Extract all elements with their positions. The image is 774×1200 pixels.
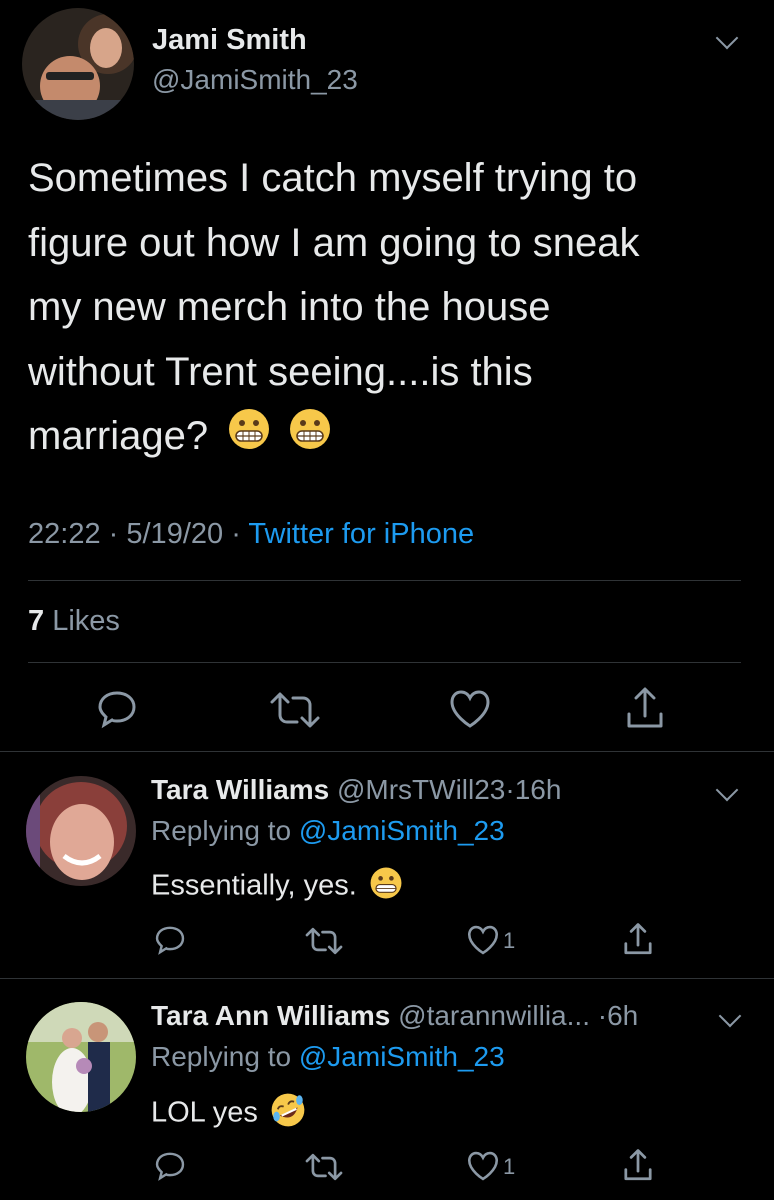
tweet-source-link[interactable]: Twitter for iPhone xyxy=(248,518,474,550)
tweet-meta: 22:22 · 5/19/20 · Twitter for iPhone xyxy=(28,518,474,551)
retweet-icon[interactable] xyxy=(268,690,322,730)
tweet-text-line: figure out how I am going to sneak xyxy=(28,220,640,265)
replying-to-handle[interactable]: @JamiSmith_23 xyxy=(299,815,505,846)
likes-count: 7 xyxy=(28,605,45,637)
retweet-icon[interactable] xyxy=(304,926,344,956)
tweet-date: 5/19/20 xyxy=(126,518,224,550)
chevron-down-icon[interactable] xyxy=(715,26,739,50)
like-count: 1 xyxy=(503,928,516,953)
replying-to-label: Replying to xyxy=(151,1041,292,1072)
replying-to-handle[interactable]: @JamiSmith_23 xyxy=(299,1041,505,1072)
reply-icon[interactable] xyxy=(154,1150,186,1182)
author-name[interactable]: Jami Smith xyxy=(152,24,307,57)
divider xyxy=(0,978,774,979)
tweet-text-line: marriage? xyxy=(28,414,209,458)
reply-avatar[interactable] xyxy=(26,776,136,886)
replying-to: Replying to @JamiSmith_23 xyxy=(151,815,505,847)
reply-text: Essentially, yes. xyxy=(151,866,403,908)
grimacing-emoji xyxy=(227,406,271,471)
meta-separator: · xyxy=(597,1000,608,1031)
retweet-icon[interactable] xyxy=(304,1152,344,1182)
like-count: 1 xyxy=(503,1154,516,1179)
author-avatar[interactable] xyxy=(22,8,134,120)
reply-author-name[interactable]: Tara Ann Williams xyxy=(151,1000,390,1031)
meta-separator: · xyxy=(108,518,119,550)
share-icon[interactable] xyxy=(624,686,666,730)
author-handle[interactable]: @JamiSmith_23 xyxy=(152,64,358,96)
reply-text-body: Essentially, yes. xyxy=(151,869,357,902)
share-icon[interactable] xyxy=(622,922,654,956)
likes-label: Likes xyxy=(52,605,120,637)
tweet-text-line: without Trent seeing....is this xyxy=(28,349,533,394)
tweet-time: 22:22 xyxy=(28,518,101,550)
reply-author-handle[interactable]: @tarannwillia... xyxy=(398,1000,590,1031)
reply-text: LOL yes xyxy=(151,1092,306,1136)
divider xyxy=(0,751,774,752)
tweet-text: Sometimes I catch myself trying to figur… xyxy=(28,146,768,471)
rofl-emoji xyxy=(270,1092,306,1136)
reply-icon[interactable] xyxy=(96,688,138,730)
reply-text-body: LOL yes xyxy=(151,1096,258,1129)
share-icon[interactable] xyxy=(622,1148,654,1182)
replying-to-label: Replying to xyxy=(151,815,292,846)
meta-separator: · xyxy=(505,774,515,805)
tweet-text-line: Sometimes I catch myself trying to xyxy=(28,156,638,200)
likes-summary[interactable]: 7 Likes xyxy=(28,605,120,638)
like-icon[interactable] xyxy=(466,1150,500,1182)
tweet-text-line: my new merch into the house xyxy=(28,285,551,329)
grimacing-emoji xyxy=(369,866,403,908)
reply-age: 6h xyxy=(607,1000,639,1031)
divider xyxy=(28,580,741,581)
replying-to: Replying to @JamiSmith_23 xyxy=(151,1041,505,1073)
chevron-down-icon[interactable] xyxy=(718,1004,742,1028)
like-icon[interactable] xyxy=(466,924,500,956)
reply-header: Tara Williams @MrsTWill23·16h xyxy=(151,774,561,806)
reply-age: 16h xyxy=(514,774,562,805)
chevron-down-icon[interactable] xyxy=(715,778,739,802)
tweet-text-line-last: marriage? xyxy=(28,404,768,471)
divider xyxy=(28,662,741,663)
reply-icon[interactable] xyxy=(154,924,186,956)
like-icon[interactable] xyxy=(448,688,492,730)
reply-author-name[interactable]: Tara Williams xyxy=(151,774,329,805)
reply-avatar[interactable] xyxy=(26,1002,136,1112)
reply-header: Tara Ann Williams @tarannwillia... ·6h xyxy=(151,1000,638,1032)
grimacing-emoji xyxy=(288,406,332,471)
meta-separator: · xyxy=(231,518,241,550)
reply-author-handle[interactable]: @MrsTWill23 xyxy=(337,774,505,805)
